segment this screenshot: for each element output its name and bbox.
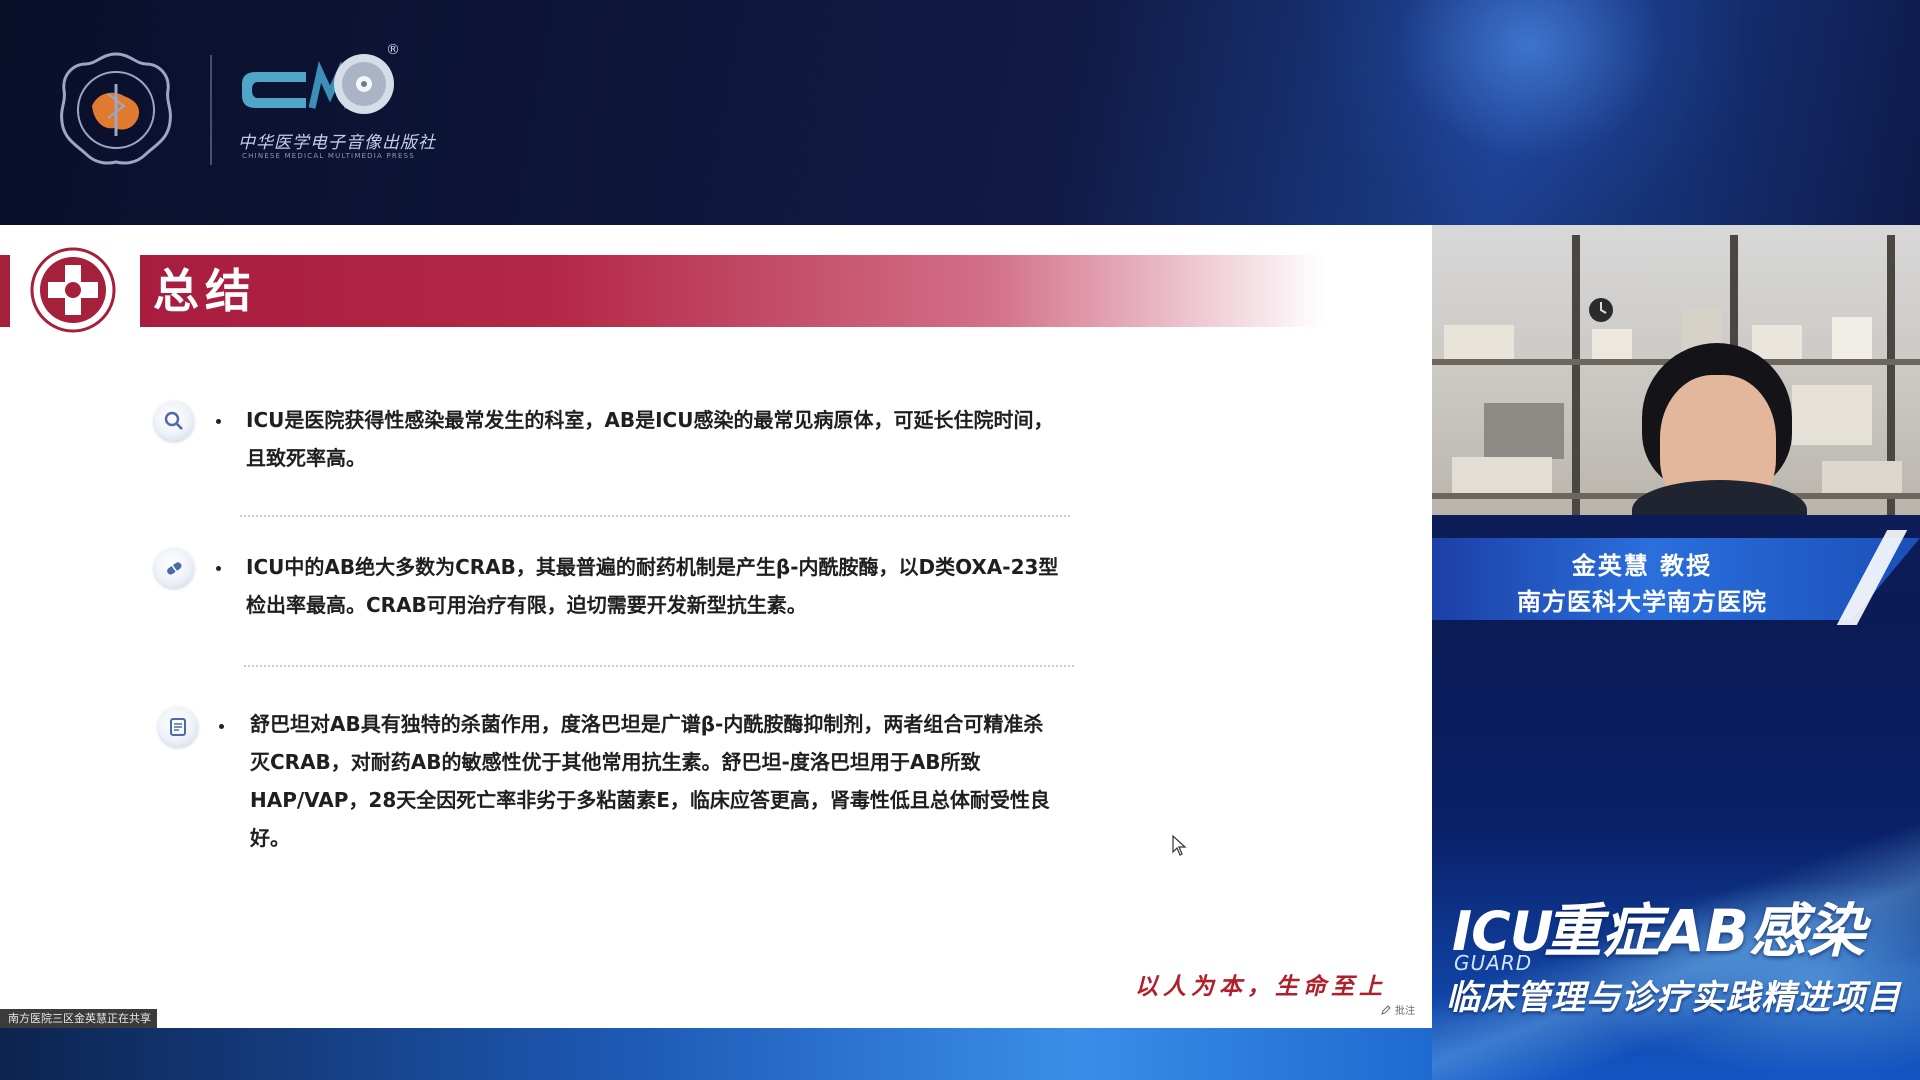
annotate-label: 批注 <box>1395 1006 1415 1017</box>
title-left-mark <box>0 255 10 327</box>
brand-title: 重症AB感染 <box>1544 897 1866 965</box>
book-stack <box>1444 325 1514 359</box>
summary-item-3-line-2: 灭CRAB，对耐药AB的敏感性优于其他常用抗生素。舒巴坦-度洛巴坦用于AB所致 <box>250 750 981 774</box>
bottom-decor-strip <box>0 1028 1432 1080</box>
brand-subtitle: 临床管理与诊疗实践精进项目 <box>1446 978 1901 1018</box>
mouse-cursor-icon <box>1172 835 1187 856</box>
summary-item-3-line-3: HAP/VAP，28天全因死亡率非劣于多粘菌素E，临床应答更高，肾毒性低且总体耐… <box>250 788 1050 812</box>
press-name-cn: 中华医学电子音像出版社 <box>238 133 436 153</box>
summary-item-1: ICU是医院获得性感染最常发生的科室，AB是ICU感染的最常见病原体，可延长住院… <box>246 401 1146 477</box>
shelf-post <box>1572 235 1580 515</box>
slide-slogan: 以人为本，生命至上 <box>1135 973 1387 1000</box>
shared-slide: 总结 ICU是医院获得性感染最常发生的科室，AB是ICU感染的最常见病原体，可延… <box>0 225 1432 1028</box>
pencil-icon <box>1381 1004 1391 1015</box>
header-glow <box>1320 0 1740 225</box>
cma-logo-icon <box>60 52 172 165</box>
speaker-name: 金英慧 教授 <box>1571 552 1713 580</box>
logo-divider <box>210 55 212 165</box>
hospital-emblem-icon <box>30 247 116 333</box>
registered-mark: ® <box>386 42 400 58</box>
monitor <box>1484 403 1564 459</box>
book-row <box>1452 457 1552 493</box>
summary-item-3: 舒巴坦对AB具有独特的杀菌作用，度洛巴坦是广谱β-内酰胺酶抑制剂，两者组合可精准… <box>250 705 1150 857</box>
dotted-divider <box>244 665 1074 667</box>
speaker-video[interactable] <box>1432 225 1920 515</box>
slide-title: 总结 <box>153 264 257 318</box>
book-row <box>1792 385 1872 445</box>
summary-item-3-line-1: 舒巴坦对AB具有独特的杀菌作用，度洛巴坦是广谱β-内酰胺酶抑制剂，两者组合可精准… <box>250 712 1044 736</box>
dotted-divider <box>240 515 1070 517</box>
magnifier-icon <box>154 401 194 441</box>
bullet-dot <box>216 419 221 424</box>
book-box <box>1592 329 1632 359</box>
speaker-panel: 金英慧 教授 南方医科大学南方医院 ICU GUARD 重症AB感染 临床管理与… <box>1432 225 1920 1080</box>
bullet-dot <box>216 566 221 571</box>
press-name-en: CHINESE MEDICAL MULTIMEDIA PRESS <box>242 152 415 160</box>
annotate-button[interactable]: 批注 <box>1380 1002 1415 1017</box>
pill-icon <box>154 548 194 588</box>
book-row <box>1832 317 1872 359</box>
document-icon <box>158 707 198 747</box>
summary-item-3-line-4: 好。 <box>250 826 290 850</box>
summary-item-2: ICU中的AB绝大多数为CRAB，其最普遍的耐药机制是产生β-内酰胺酶，以D类O… <box>246 548 1146 624</box>
summary-item-2-line-2: 检出率最高。CRAB可用治疗有限，迫切需要开发新型抗生素。 <box>246 593 807 617</box>
summary-item-1-line-2: 且致死率高。 <box>246 446 366 470</box>
book-box <box>1752 325 1802 359</box>
speaker-body <box>1632 480 1807 515</box>
book-row <box>1822 461 1902 493</box>
summary-item-2-line-1: ICU中的AB绝大多数为CRAB，其最普遍的耐药机制是产生β-内酰胺酶，以D类O… <box>246 555 1059 579</box>
bullet-dot <box>219 724 224 729</box>
speaker-organization: 南方医科大学南方医院 <box>1517 588 1767 616</box>
screen-share-status: 南方医院三区金英慧正在共享 <box>0 1009 157 1028</box>
summary-item-1-line-1: ICU是医院获得性感染最常发生的科室，AB是ICU感染的最常见病原体，可延长住院… <box>246 408 1054 432</box>
clock-icon <box>1589 298 1613 322</box>
title-bar <box>140 255 1325 327</box>
